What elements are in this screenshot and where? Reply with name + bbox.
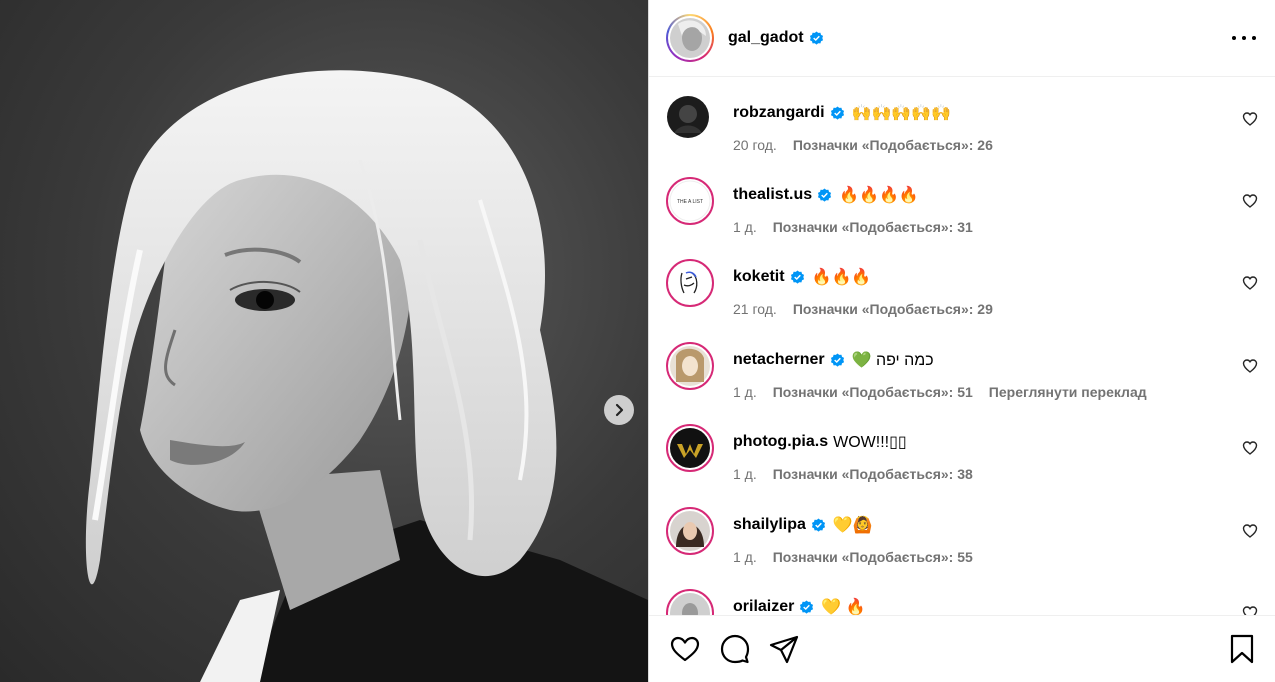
comment-time[interactable]: 1 д.	[733, 549, 757, 565]
post-media[interactable]	[0, 0, 648, 682]
commenter-avatar[interactable]	[666, 589, 714, 615]
comment-text: 💚 כמה יפה	[851, 352, 934, 369]
comment-username[interactable]: netacherner	[733, 351, 825, 369]
post-panel: gal_gadot robzangardi 🙌🙌🙌🙌🙌 20 год. Позн…	[648, 0, 1275, 682]
comment-text: WOW!!!▯▯	[833, 434, 907, 451]
comments-list[interactable]: robzangardi 🙌🙌🙌🙌🙌 20 год. Позначки «Подо…	[649, 77, 1275, 615]
comment-time[interactable]: 20 год.	[733, 137, 777, 153]
comment-item: shailylipa 💛🙆 1 д. Позначки «Подобається…	[666, 507, 1266, 589]
comment-username[interactable]: thealist.us	[733, 186, 812, 204]
comment-item: koketit 🔥🔥🔥 21 год. Позначки «Подобаєтьс…	[666, 259, 1266, 341]
heart-icon[interactable]	[1242, 111, 1258, 127]
comment-likes[interactable]: Позначки «Подобається»: 55	[773, 549, 973, 565]
comment-likes[interactable]: Позначки «Подобається»: 26	[793, 137, 993, 153]
commenter-avatar[interactable]	[666, 95, 710, 144]
verified-badge-icon	[790, 269, 804, 284]
comment-time[interactable]: 1 д.	[733, 219, 757, 235]
avatar-image	[670, 18, 710, 58]
heart-icon[interactable]	[1242, 275, 1258, 291]
see-translation-link[interactable]: Переглянути переклад	[989, 384, 1147, 400]
commenter-avatar[interactable]: THE A LIST	[666, 177, 714, 230]
heart-icon[interactable]	[1242, 523, 1258, 539]
commenter-avatar[interactable]	[666, 259, 714, 312]
verified-badge-icon	[800, 599, 814, 614]
commenter-avatar[interactable]	[666, 342, 714, 395]
post-actions	[649, 615, 1275, 682]
comment-text: 🔥🔥🔥	[811, 269, 872, 286]
verified-badge-icon	[811, 517, 825, 532]
heart-icon[interactable]	[1242, 358, 1258, 374]
heart-icon[interactable]	[1242, 193, 1258, 209]
comment-likes[interactable]: Позначки «Подобається»: 31	[773, 219, 973, 235]
comment-username[interactable]: orilaizer	[733, 598, 794, 615]
comment-icon[interactable]	[719, 633, 751, 665]
post-header: gal_gadot	[649, 0, 1275, 77]
comment-username[interactable]: photog.pia.s	[733, 433, 828, 451]
comment-time[interactable]: 1 д.	[733, 466, 757, 482]
author-username: gal_gadot	[728, 29, 804, 46]
verified-badge-icon	[818, 187, 832, 202]
comment-item: netacherner 💚 כמה יפה 1 д. Позначки «Под…	[666, 342, 1266, 424]
commenter-avatar[interactable]	[666, 424, 714, 477]
heart-icon[interactable]	[1242, 605, 1258, 615]
like-heart-icon[interactable]	[669, 633, 701, 665]
verified-badge-icon	[830, 105, 844, 120]
author-avatar[interactable]	[666, 14, 714, 62]
comment-text: 🙌🙌🙌🙌🙌	[851, 105, 952, 122]
comment-item: orilaizer 💛 🔥	[666, 589, 1266, 615]
comment-likes[interactable]: Позначки «Подобається»: 29	[793, 301, 993, 317]
comment-time[interactable]: 21 год.	[733, 301, 777, 317]
share-icon[interactable]	[768, 633, 800, 665]
comment-likes[interactable]: Позначки «Подобається»: 38	[773, 466, 973, 482]
comment-likes[interactable]: Позначки «Подобається»: 51	[773, 384, 973, 400]
comment-text: 🔥🔥🔥🔥	[839, 187, 919, 204]
comment-username[interactable]: shailylipa	[733, 516, 806, 534]
comment-username[interactable]: koketit	[733, 268, 785, 286]
comment-text: 💛🙆	[832, 517, 873, 534]
heart-icon[interactable]	[1242, 440, 1258, 456]
avatar-text: THE A LIST	[677, 199, 703, 205]
verified-badge-icon	[830, 352, 844, 367]
comment-item: photog.pia.s WOW!!!▯▯ 1 д. Позначки «Под…	[666, 424, 1266, 506]
commenter-avatar[interactable]	[666, 507, 714, 560]
chevron-right-icon	[615, 403, 624, 417]
comment-username[interactable]: robzangardi	[733, 104, 825, 122]
bookmark-icon[interactable]	[1226, 633, 1258, 665]
author-username-link[interactable]: gal_gadot	[728, 29, 824, 47]
more-options-icon[interactable]	[1232, 28, 1256, 48]
next-slide-button[interactable]	[604, 395, 634, 425]
comment-item: robzangardi 🙌🙌🙌🙌🙌 20 год. Позначки «Подо…	[666, 95, 1266, 177]
verified-badge-icon	[809, 30, 823, 45]
comment-item: THE A LIST thealist.us 🔥🔥🔥🔥 1 д. Позначк…	[666, 177, 1266, 259]
comment-time[interactable]: 1 д.	[733, 384, 757, 400]
comment-text: 💛 🔥	[821, 599, 866, 615]
post-photo	[85, 70, 648, 682]
